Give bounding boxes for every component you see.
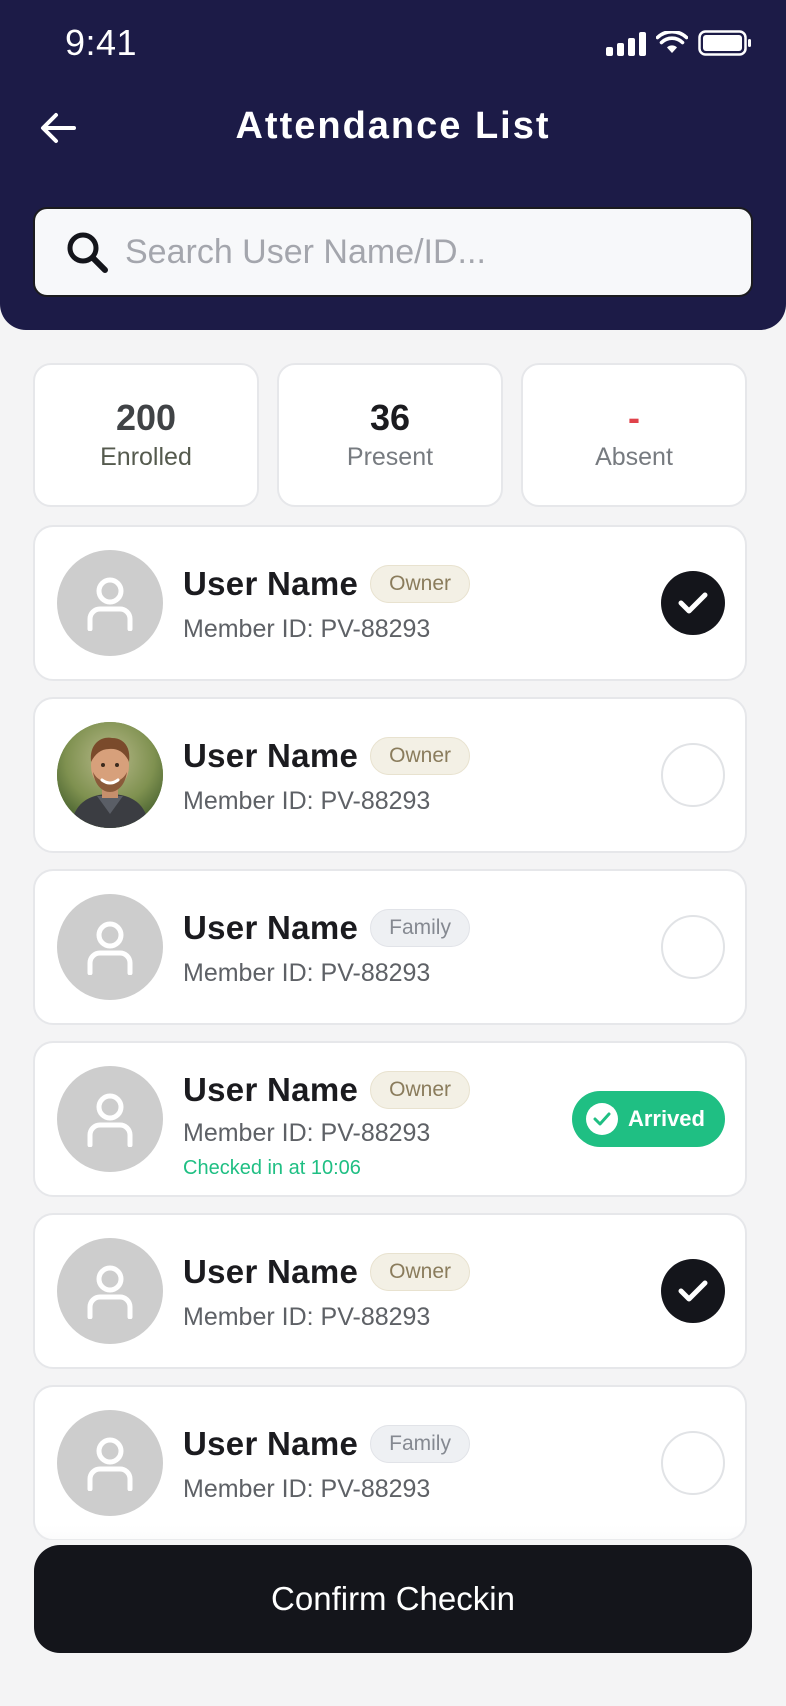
user-icon: [87, 577, 133, 631]
member-id: Member ID: PV-88293: [183, 1303, 431, 1331]
member-row[interactable]: User Name Owner Member ID: PV-88293: [33, 1213, 747, 1369]
check-icon: [585, 1103, 618, 1135]
stat-enrolled-value: 200: [115, 396, 177, 438]
avatar: [57, 1238, 163, 1344]
name-line: User Name Owner: [183, 1253, 470, 1291]
user-name: User Name: [183, 1425, 359, 1462]
attendance-checkbox[interactable]: [661, 1431, 725, 1495]
name-line: User Name Owner: [183, 565, 470, 603]
role-badge: Owner: [370, 565, 470, 603]
user-icon: [87, 1265, 133, 1319]
stat-present-value: 36: [369, 396, 411, 438]
avatar: [57, 1410, 163, 1516]
name-line: User Name Family: [183, 909, 470, 947]
stat-enrolled: 200 Enrolled: [33, 363, 259, 507]
name-line: User Name Owner: [183, 737, 470, 775]
user-name: User Name: [183, 909, 359, 946]
attendance-checkbox[interactable]: [661, 743, 725, 807]
member-id: Member ID: PV-88293: [183, 959, 431, 987]
member-id: Member ID: PV-88293: [183, 615, 431, 643]
search-bar[interactable]: [33, 207, 753, 297]
member-row[interactable]: User Name Owner Member ID: PV-88293: [33, 525, 747, 681]
status-time: 9:41: [65, 22, 138, 63]
check-icon: [678, 592, 708, 614]
stat-present: 36 Present: [277, 363, 503, 507]
checked-in-time: Checked in at 10:06: [183, 1157, 361, 1179]
status-bar: 9:41: [0, 0, 786, 90]
member-id: Member ID: PV-88293: [183, 1119, 431, 1147]
member-id: Member ID: PV-88293: [183, 1475, 431, 1503]
role-badge: Family: [370, 1425, 470, 1463]
stat-absent: - Absent: [521, 363, 747, 507]
arrived-label: Arrived: [627, 1106, 705, 1131]
confirm-checkin-button[interactable]: Confirm Checkin: [34, 1545, 752, 1653]
attendance-checkbox[interactable]: [661, 1259, 725, 1323]
attendance-checkbox[interactable]: [661, 571, 725, 635]
member-row[interactable]: User Name Family Member ID: PV-88293: [33, 1385, 747, 1541]
stat-absent-label: Absent: [595, 443, 673, 472]
user-icon: [87, 1437, 133, 1491]
avatar-photo: [57, 722, 163, 828]
search-input[interactable]: [125, 232, 715, 272]
user-icon: [87, 921, 133, 975]
name-line: User Name Owner: [183, 1071, 470, 1109]
stat-present-label: Present: [346, 443, 434, 472]
name-line: User Name Family: [183, 1425, 470, 1463]
wifi-icon: [656, 31, 688, 55]
attendance-stats: 200 Enrolled 36 Present - Absent: [33, 363, 747, 507]
search-icon: [63, 228, 111, 276]
battery-icon: [698, 30, 752, 56]
member-row[interactable]: User Name Owner Member ID: PV-88293 Chec…: [33, 1041, 747, 1197]
page-title: Attendance List: [235, 105, 551, 147]
signal-icon: [606, 30, 646, 56]
check-icon: [678, 1280, 708, 1302]
stat-absent-value: -: [628, 396, 640, 438]
attendance-checkbox[interactable]: [661, 915, 725, 979]
stat-enrolled-label: Enrolled: [100, 443, 192, 472]
user-name: User Name: [183, 565, 359, 602]
header: 9:41 Attendance List Search User Name/ID…: [0, 0, 786, 330]
avatar: [57, 550, 163, 656]
avatar: [57, 1066, 163, 1172]
member-id: Member ID: PV-88293: [183, 787, 431, 815]
status-icons: [606, 30, 752, 56]
role-badge: Owner: [370, 1253, 470, 1291]
role-badge: Owner: [370, 737, 470, 775]
role-badge: Family: [370, 909, 470, 947]
role-badge: Owner: [370, 1071, 470, 1109]
user-icon: [87, 1093, 133, 1147]
user-name: User Name: [183, 1071, 359, 1108]
user-name: User Name: [183, 737, 359, 774]
member-row[interactable]: User Name Family Member ID: PV-88293: [33, 869, 747, 1025]
avatar: [57, 894, 163, 1000]
arrived-badge[interactable]: Arrived: [571, 1091, 725, 1147]
member-row[interactable]: User Name Owner Member ID: PV-88293: [33, 697, 747, 853]
user-name: User Name: [183, 1253, 359, 1290]
